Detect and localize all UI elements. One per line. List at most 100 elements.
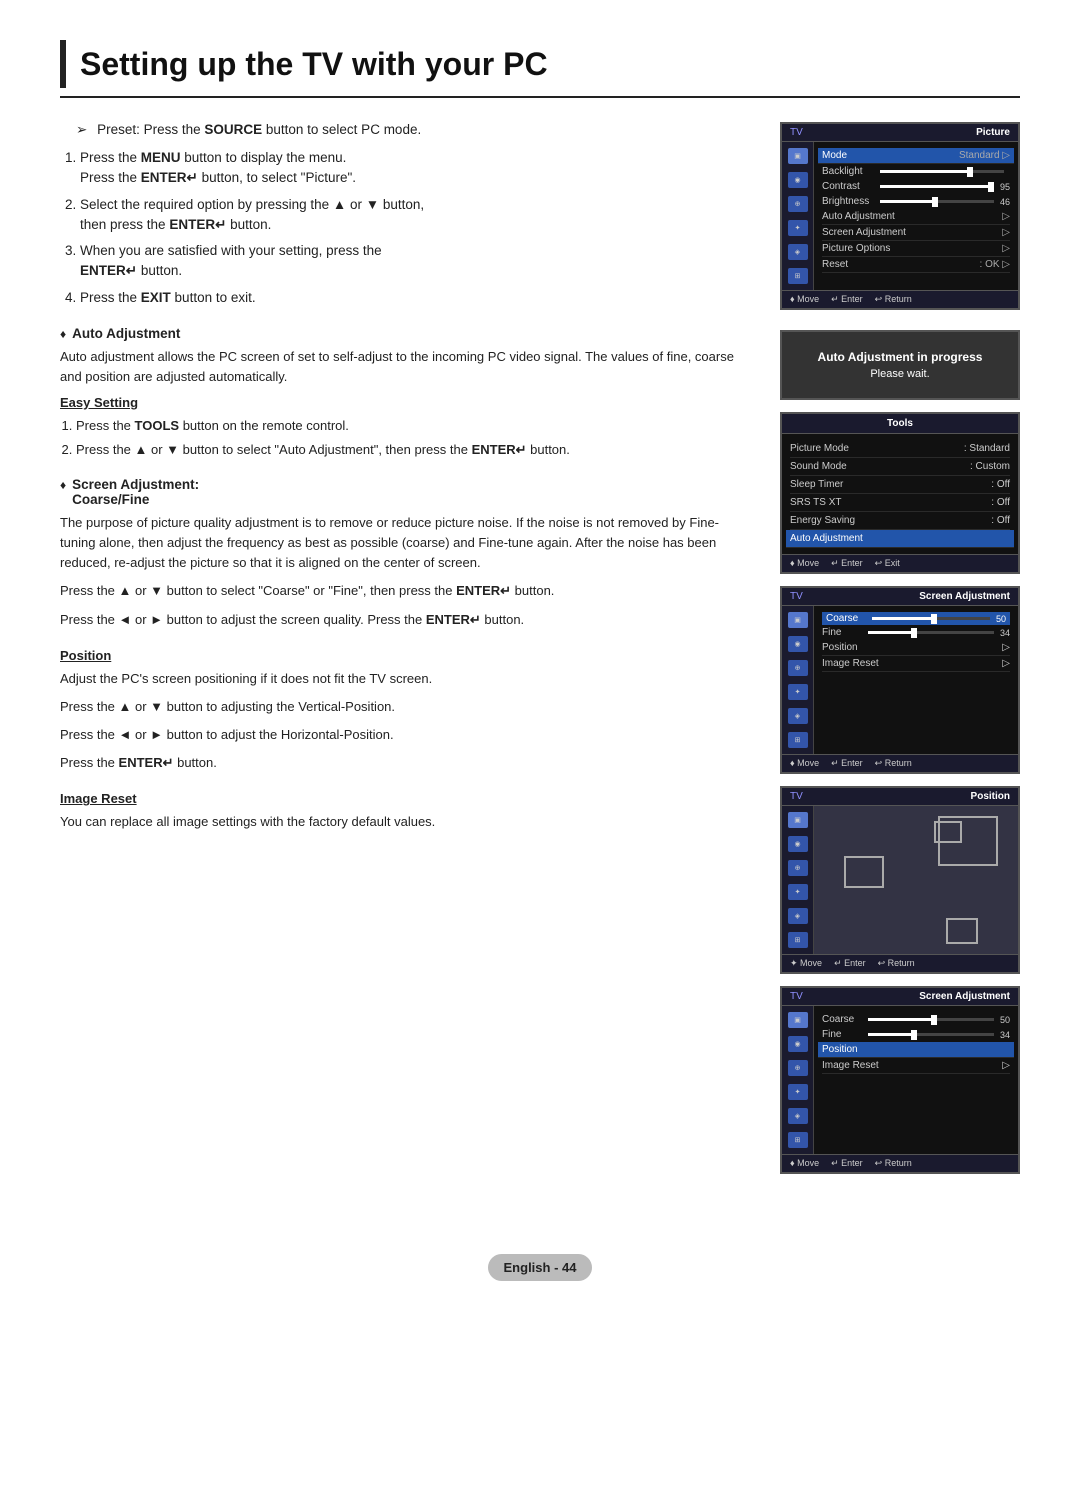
position-header: TV Position: [782, 788, 1018, 806]
fine2-slider: [868, 1033, 994, 1036]
sidebar-icon-6: ⊞: [788, 268, 808, 284]
brightness-slider: [880, 200, 994, 203]
tools-srs: SRS TS XT: Off: [790, 494, 1010, 512]
tv-screen2-sidebar: ▣ ◉ ⊕ ✦ ◈ ⊞: [782, 1006, 814, 1154]
sidebar2-icon-4: ✦: [788, 1084, 808, 1100]
position-sidebar: ▣ ◉ ⊕ ✦ ◈ ⊞: [782, 806, 814, 954]
menu-row-reset: Reset : OK ▷: [822, 257, 1010, 273]
screen-adj-inst2: Press the ◄ or ► button to adjust the sc…: [60, 610, 750, 630]
title-section: Setting up the TV with your PC: [60, 40, 1020, 98]
auto-adjustment-section: ♦ Auto Adjustment Auto adjustment allows…: [60, 326, 750, 459]
tv-screen-adj-footer: ♦ Move ↵ Enter ↩ Return: [782, 754, 1018, 772]
menu-row-contrast: Contrast 95: [822, 179, 1010, 194]
fine-slider: [868, 631, 994, 634]
sidebar-s-icon-3: ⊕: [788, 660, 808, 676]
steps-list: Press the MENU button to display the men…: [60, 148, 750, 308]
tv-label: TV: [790, 127, 803, 138]
pos-icon-2: ◉: [788, 836, 808, 852]
pos-icon-5: ◈: [788, 908, 808, 924]
tv-picture-content: Mode Standard ▷ Backlight Contrast: [814, 142, 1018, 290]
position-section: Position Adjust the PC's screen position…: [60, 648, 750, 774]
easy-setting-steps: Press the TOOLS button on the remote con…: [60, 416, 750, 459]
popup-subtitle: Please wait.: [798, 368, 1002, 380]
popup-title: Auto Adjustment in progress: [798, 350, 1002, 364]
tv-screen-adj-content: Coarse 50 Fine 34 Position: [814, 606, 1018, 754]
auto-adjustment-title: ♦ Auto Adjustment: [60, 326, 750, 341]
tv-tools-screen: Tools Picture Mode: Standard Sound Mode:…: [780, 412, 1020, 574]
diamond-icon-2: ♦: [60, 478, 66, 492]
menu-row-brightness: Brightness 46: [822, 194, 1010, 209]
easy-setting-title: Easy Setting: [60, 395, 750, 410]
menu-row-screen: Screen Adjustment ▷: [822, 225, 1010, 241]
step-1: Press the MENU button to display the men…: [80, 148, 750, 189]
tv-picture-header: TV Picture: [782, 124, 1018, 142]
sidebar-s-icon-2: ◉: [788, 636, 808, 652]
pos-icon-6: ⊞: [788, 932, 808, 948]
tv-picture-footer: ♦ Move ↵ Enter ↩ Return: [782, 290, 1018, 308]
sidebar-s-icon-6: ⊞: [788, 732, 808, 748]
pos-icon-4: ✦: [788, 884, 808, 900]
position-content: [814, 806, 1018, 954]
step-4: Press the EXIT button to exit.: [80, 288, 750, 308]
step-3: When you are satisfied with your setting…: [80, 241, 750, 282]
preset-line: Preset: Press the SOURCE button to selec…: [60, 122, 750, 138]
tools-sleep-timer: Sleep Timer: Off: [790, 476, 1010, 494]
sidebar-icon-1: ▣: [788, 148, 808, 164]
menu-position: Position▷: [822, 640, 1010, 656]
left-column: Preset: Press the SOURCE button to selec…: [60, 122, 750, 1174]
page-footer: English - 44: [488, 1254, 593, 1281]
pos-box-small: [934, 821, 962, 843]
backlight-slider: [880, 170, 1004, 173]
menu-row-auto: Auto Adjustment ▷: [822, 209, 1010, 225]
sidebar-s-icon-5: ◈: [788, 708, 808, 724]
tv-screen-adj2-body: ▣ ◉ ⊕ ✦ ◈ ⊞ Coarse 50: [782, 1006, 1018, 1154]
menu2-coarse: Coarse 50: [822, 1012, 1010, 1027]
page-title: Setting up the TV with your PC: [80, 46, 548, 83]
tv-screen-adj-1: TV Screen Adjustment ▣ ◉ ⊕ ✦ ◈ ⊞ Coarse: [780, 586, 1020, 774]
tools-picture-mode: Picture Mode: Standard: [790, 440, 1010, 458]
tools-footer: ♦ Move ↵ Enter ↩ Exit: [782, 554, 1018, 572]
tools-header: Tools: [782, 414, 1018, 434]
tv-screen-adj-header: TV Screen Adjustment: [782, 588, 1018, 606]
sidebar2-icon-6: ⊞: [788, 1132, 808, 1148]
footer-wrap: English - 44: [60, 1214, 1020, 1281]
position-footer: ✦ Move ↵ Enter ↩ Return: [782, 954, 1018, 972]
coarse2-slider: [868, 1018, 994, 1021]
tools-energy: Energy Saving: Off: [790, 512, 1010, 530]
image-reset-section: Image Reset You can replace all image se…: [60, 791, 750, 832]
pos-box-medium: [844, 856, 884, 888]
screen-adjustment-section: ♦ Screen Adjustment:Coarse/Fine The purp…: [60, 477, 750, 630]
sidebar-icon-5: ◈: [788, 244, 808, 260]
sidebar2-icon-1: ▣: [788, 1012, 808, 1028]
screen-adjustment-body: The purpose of picture quality adjustmen…: [60, 513, 750, 573]
menu-row-options: Picture Options ▷: [822, 241, 1010, 257]
title-bar: [60, 40, 66, 88]
position-inst2: Press the ◄ or ► button to adjust the Ho…: [60, 725, 750, 745]
easy-step-2: Press the ▲ or ▼ button to select "Auto …: [76, 440, 750, 460]
position-body: Adjust the PC's screen positioning if it…: [60, 669, 750, 689]
contrast-slider: [880, 185, 994, 188]
tv-screen-sidebar: ▣ ◉ ⊕ ✦ ◈ ⊞: [782, 606, 814, 754]
step-2: Select the required option by pressing t…: [80, 195, 750, 236]
sidebar-icon-4: ✦: [788, 220, 808, 236]
menu-row-mode: Mode Standard ▷: [818, 148, 1014, 164]
sidebar2-icon-5: ◈: [788, 1108, 808, 1124]
sidebar-icon-2: ◉: [788, 172, 808, 188]
tv-screen-adj-2: TV Screen Adjustment ▣ ◉ ⊕ ✦ ◈ ⊞ Coarse: [780, 986, 1020, 1174]
menu2-fine: Fine 34: [822, 1027, 1010, 1042]
diamond-icon: ♦: [60, 327, 66, 341]
pos-icon-3: ⊕: [788, 860, 808, 876]
menu2-image-reset: Image Reset▷: [822, 1058, 1010, 1074]
sidebar-s-icon-1: ▣: [788, 612, 808, 628]
menu-coarse: Coarse 50: [822, 612, 1010, 625]
position-title: Position: [60, 648, 750, 663]
pos-icon-1: ▣: [788, 812, 808, 828]
menu-row-backlight: Backlight: [822, 164, 1010, 179]
easy-step-1: Press the TOOLS button on the remote con…: [76, 416, 750, 436]
position-inst3: Press the ENTER↵ button.: [60, 753, 750, 773]
auto-adjustment-body: Auto adjustment allows the PC screen of …: [60, 347, 750, 387]
sidebar2-icon-2: ◉: [788, 1036, 808, 1052]
image-reset-title: Image Reset: [60, 791, 750, 806]
screen-adj-inst1: Press the ▲ or ▼ button to select "Coars…: [60, 581, 750, 601]
tools-body: Picture Mode: Standard Sound Mode: Custo…: [782, 434, 1018, 554]
